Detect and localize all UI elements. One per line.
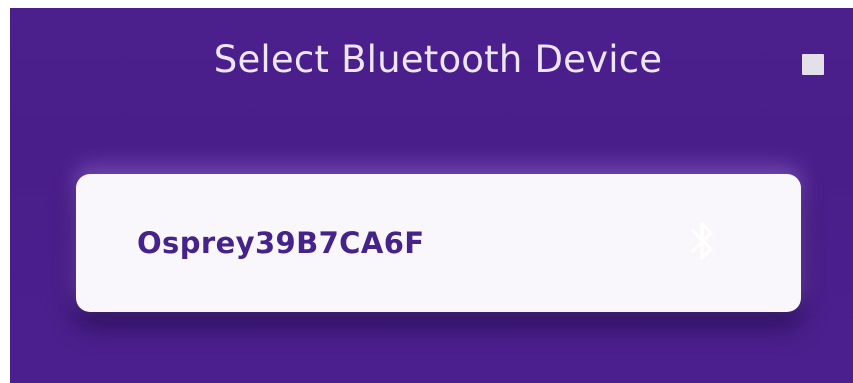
- close-button[interactable]: [802, 54, 824, 75]
- device-list-item[interactable]: Osprey39B7CA6F: [76, 174, 801, 312]
- device-name: Osprey39B7CA6F: [137, 226, 425, 260]
- bluetooth-icon: [691, 222, 713, 260]
- bluetooth-device-dialog: Select Bluetooth Device Osprey39B7CA6F: [10, 8, 853, 383]
- dialog-title: Select Bluetooth Device: [213, 38, 663, 81]
